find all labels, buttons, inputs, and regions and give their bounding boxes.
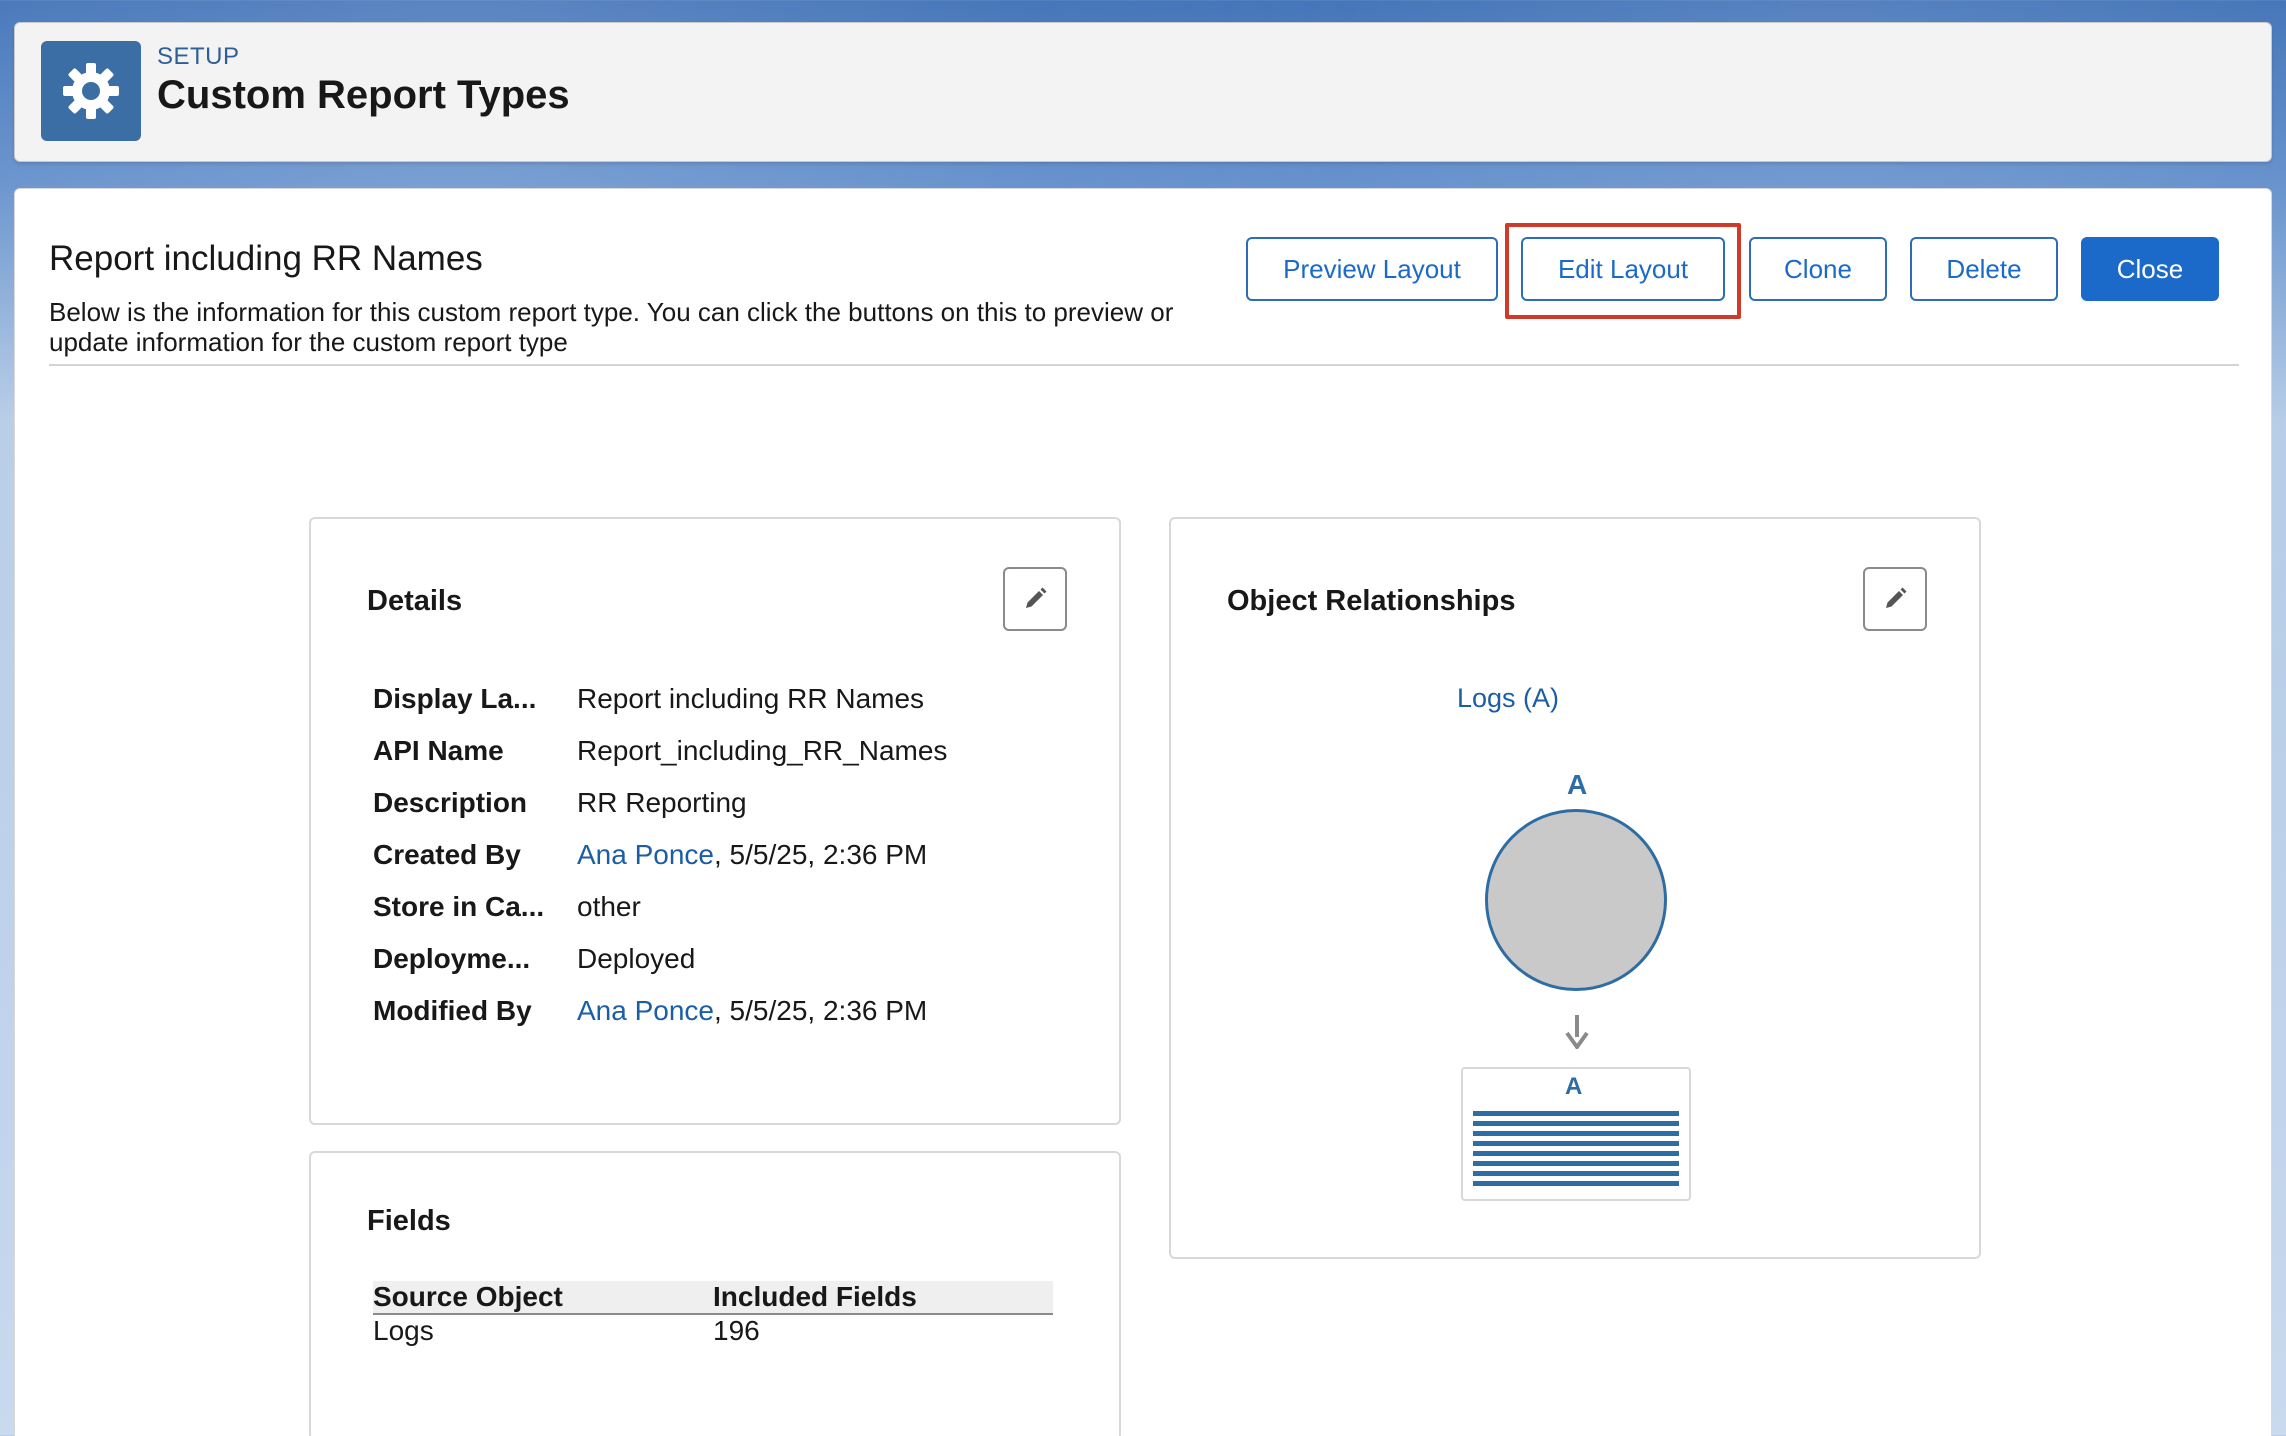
table-row: Logs 196: [373, 1315, 1053, 1347]
object-table-icon: A: [1461, 1067, 1691, 1201]
pencil-icon: [1026, 587, 1047, 608]
detail-value: Report_including_RR_Names: [577, 735, 948, 766]
main-content: Report including RR Names Below is the i…: [14, 188, 2272, 1436]
fields-title: Fields: [367, 1205, 451, 1237]
primary-object-circle: [1485, 809, 1667, 991]
table-header: Source Object Included Fields: [373, 1281, 1053, 1315]
breadcrumb[interactable]: SETUP: [157, 43, 240, 71]
column-header: Source Object: [373, 1281, 563, 1312]
fields-panel: Fields Source Object Included Fields Log…: [309, 1151, 1121, 1436]
detail-label: Modified By: [373, 995, 532, 1026]
detail-label: Created By: [373, 839, 521, 870]
detail-label: Deployme...: [373, 943, 531, 974]
circle-label: A: [1567, 769, 1588, 800]
delete-button[interactable]: Delete: [1910, 237, 2058, 301]
arrow-down-icon: [1565, 1015, 1589, 1049]
column-header: Included Fields: [713, 1281, 917, 1312]
included-fields-cell: 196: [713, 1315, 760, 1346]
edit-relationships-button[interactable]: [1863, 567, 1927, 631]
page-title: Custom Report Types: [157, 73, 570, 117]
detail-value: Report including RR Names: [577, 683, 925, 714]
modified-by-user-link[interactable]: Ana Ponce: [577, 995, 714, 1026]
detail-label: Description: [373, 787, 528, 818]
detail-value: Ana Ponce, 5/5/25, 2:36 PM: [577, 995, 927, 1027]
close-button[interactable]: Close: [2081, 237, 2219, 301]
details-title: Details: [367, 585, 463, 617]
page-description: Below is the information for this custom…: [49, 297, 1174, 357]
created-date: , 5/5/25, 2:36 PM: [714, 839, 928, 870]
detail-value: Deployed: [577, 943, 696, 974]
detail-value: Ana Ponce, 5/5/25, 2:36 PM: [577, 839, 927, 871]
table-stripes: [1473, 1111, 1679, 1191]
edit-layout-highlight: [1505, 223, 1741, 319]
detail-value: RR Reporting: [577, 787, 747, 818]
table-label: A: [1565, 1073, 1583, 1100]
created-by-user-link[interactable]: Ana Ponce: [577, 839, 714, 870]
modified-date: , 5/5/25, 2:36 PM: [714, 995, 928, 1026]
header-divider: [49, 364, 2239, 366]
detail-value: other: [577, 891, 641, 922]
detail-label: Display La...: [373, 683, 537, 714]
fields-table: Source Object Included Fields Logs 196: [373, 1281, 1053, 1347]
report-type-name: Report including RR Names: [49, 239, 483, 278]
logs-object-link[interactable]: Logs (A): [1457, 683, 1559, 714]
clone-button[interactable]: Clone: [1749, 237, 1887, 301]
detail-label: Store in Ca...: [373, 891, 545, 922]
edit-details-button[interactable]: [1003, 567, 1067, 631]
preview-layout-button[interactable]: Preview Layout: [1246, 237, 1498, 301]
object-relationships-panel: Object Relationships Logs (A) A A: [1169, 517, 1981, 1259]
details-panel: Details Display La... Report including R…: [309, 517, 1121, 1125]
gear-icon: [41, 41, 141, 141]
source-object-cell: Logs: [373, 1315, 434, 1346]
object-relationships-title: Object Relationships: [1227, 585, 1516, 617]
detail-label: API Name: [373, 735, 504, 766]
pencil-icon: [1886, 587, 1907, 608]
page-header: SETUP Custom Report Types: [14, 22, 2272, 162]
